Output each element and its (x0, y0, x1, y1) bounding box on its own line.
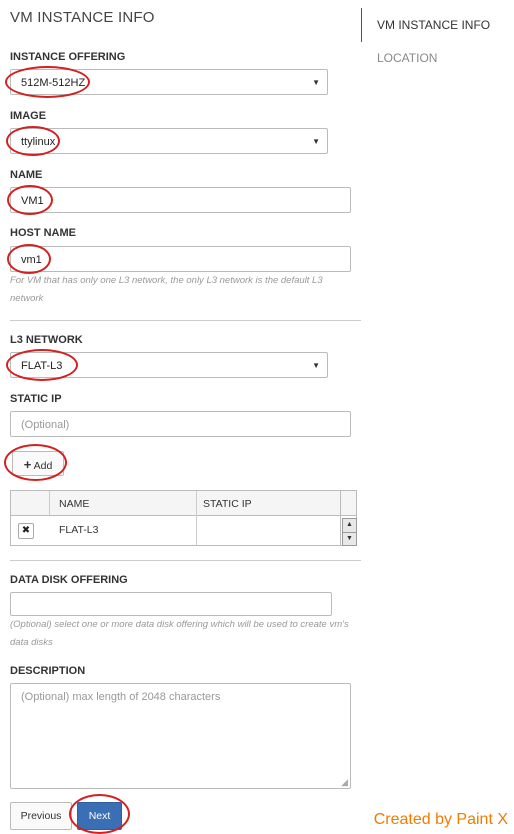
host-name-value: vm1 (21, 254, 42, 266)
plus-icon: + (23, 457, 32, 472)
column-divider (49, 491, 50, 515)
static-ip-placeholder: (Optional) (21, 419, 70, 431)
column-divider (340, 491, 341, 545)
section-divider (10, 560, 361, 561)
remove-row-icon[interactable]: ✖ (18, 523, 34, 539)
page-title: VM INSTANCE INFO (10, 9, 155, 26)
name-value: VM1 (21, 195, 44, 207)
l3-network-value: FLAT-L3 (21, 360, 63, 372)
description-textarea[interactable]: (Optional) max length of 2048 characters… (10, 683, 351, 789)
image-value: ttylinux (21, 136, 56, 148)
column-header-name: NAME (59, 498, 90, 510)
image-label: IMAGE (10, 110, 47, 122)
add-button[interactable]: + Add (12, 451, 64, 476)
l3-network-select[interactable]: FLAT-L3 ▼ (10, 352, 328, 378)
host-name-hint: For VM that has only one L3 network, the… (10, 275, 323, 304)
resize-handle-icon[interactable]: ◢ (341, 777, 348, 788)
instance-offering-label: INSTANCE OFFERING (10, 51, 126, 63)
instance-offering-value: 512M-512HZ (21, 77, 86, 89)
sidebar-item-vm-instance-info[interactable]: VM INSTANCE INFO (377, 18, 490, 32)
column-divider (196, 491, 197, 545)
dropdown-arrow-icon: ▼ (312, 78, 320, 87)
next-button[interactable]: Next (77, 802, 122, 830)
description-label: DESCRIPTION (10, 665, 86, 677)
host-name-input[interactable]: vm1 (10, 246, 351, 272)
image-select[interactable]: ttylinux ▼ (10, 128, 328, 154)
network-table: NAME STATIC IP ✖ FLAT-L3 ▲ ▼ (10, 490, 357, 546)
name-label: NAME (10, 169, 43, 181)
watermark-credit: Created by Paint X (373, 811, 508, 828)
row-name: FLAT-L3 (59, 524, 99, 536)
section-divider (10, 320, 361, 321)
static-ip-label: STATIC IP (10, 393, 62, 405)
add-button-label: Add (33, 460, 53, 472)
scroll-up-icon[interactable]: ▲ (342, 518, 357, 533)
name-input[interactable]: VM1 (10, 187, 351, 213)
sidebar-item-location[interactable]: LOCATION (377, 51, 437, 65)
table-row: FLAT-L3 (59, 524, 99, 536)
host-name-label: HOST NAME (10, 227, 76, 239)
instance-offering-select[interactable]: 512M-512HZ ▼ (10, 69, 328, 95)
previous-button[interactable]: Previous (10, 802, 72, 830)
data-disk-label: DATA DISK OFFERING (10, 574, 128, 586)
sidebar-active-indicator (361, 8, 362, 42)
scroll-down-icon[interactable]: ▼ (342, 532, 357, 546)
data-disk-input[interactable] (10, 592, 332, 616)
column-header-static-ip: STATIC IP (203, 498, 252, 510)
l3-network-label: L3 NETWORK (10, 334, 83, 346)
data-disk-hint: (Optional) select one or more data disk … (10, 619, 349, 648)
dropdown-arrow-icon: ▼ (312, 361, 320, 370)
dropdown-arrow-icon: ▼ (312, 137, 320, 146)
description-placeholder: (Optional) max length of 2048 characters (21, 691, 221, 703)
static-ip-input[interactable]: (Optional) (10, 411, 351, 437)
